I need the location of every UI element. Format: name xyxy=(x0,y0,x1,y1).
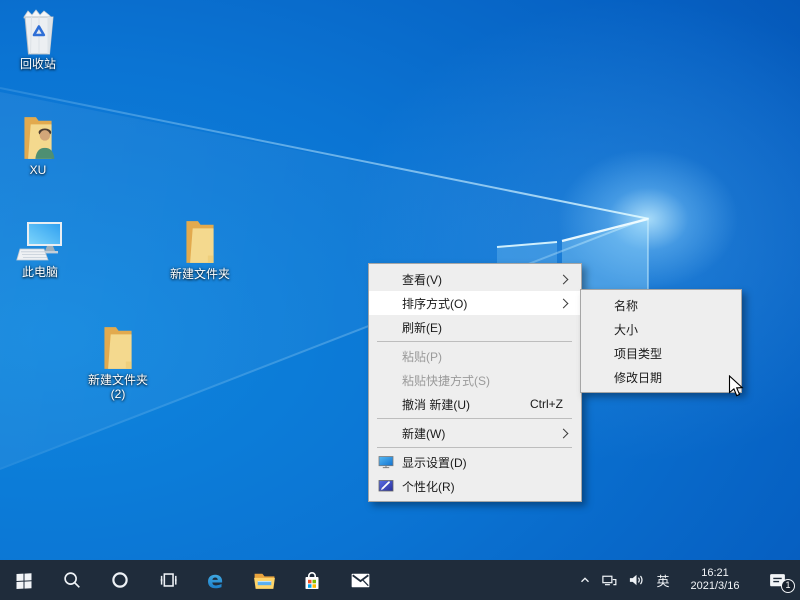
search-button[interactable] xyxy=(48,560,96,600)
folder-icon xyxy=(80,324,156,372)
desktop-icon-new-folder-2[interactable]: 新建文件夹 (2) xyxy=(80,324,156,401)
menu-item-label: 刷新(E) xyxy=(402,319,442,336)
menu-item-label: 粘贴(P) xyxy=(402,348,442,365)
windows-start-icon xyxy=(14,570,34,590)
start-button[interactable] xyxy=(0,560,48,600)
display-settings-icon xyxy=(378,454,394,470)
desktop-icon-label-line2: (2) xyxy=(80,387,156,401)
submenu-arrow-icon xyxy=(559,428,569,438)
desktop-icon-label: 新建文件夹 xyxy=(80,373,156,387)
menu-separator xyxy=(377,447,572,448)
submenu-arrow-icon xyxy=(559,298,569,308)
folder-icon xyxy=(162,218,238,266)
cortana-button[interactable] xyxy=(96,560,144,600)
desktop-icon-recycle-bin[interactable]: 回收站 xyxy=(0,6,76,71)
store-button[interactable] xyxy=(288,560,336,600)
chevron-up-icon xyxy=(578,573,592,587)
menu-item-label: 新建(W) xyxy=(402,425,445,442)
clock-time: 16:21 xyxy=(701,567,729,580)
menu-item-display-settings[interactable]: 显示设置(D) xyxy=(369,450,581,474)
submenu-item-date-modified[interactable]: 修改日期 xyxy=(581,365,741,389)
store-icon xyxy=(300,568,324,592)
taskbar: e xyxy=(0,560,800,600)
menu-separator xyxy=(377,341,572,342)
submenu-item-size[interactable]: 大小 xyxy=(581,317,741,341)
system-tray: 英 16:21 2021/3/16 1 xyxy=(574,560,800,600)
svg-text:e: e xyxy=(207,567,223,593)
file-explorer-button[interactable] xyxy=(240,560,288,600)
tray-chevron-button[interactable] xyxy=(574,560,596,600)
menu-item-label: 个性化(R) xyxy=(402,478,455,495)
menu-item-undo-new[interactable]: 撤消 新建(U) Ctrl+Z xyxy=(369,392,581,416)
desktop-icon-this-pc[interactable]: 此电脑 xyxy=(2,218,78,279)
menu-item-label: 粘贴快捷方式(S) xyxy=(402,372,490,389)
desktop-icon-label: 此电脑 xyxy=(2,265,78,279)
tray-network-button[interactable] xyxy=(596,560,622,600)
search-icon xyxy=(61,569,83,591)
desktop-context-menu: 查看(V) 排序方式(O) 刷新(E) 粘贴(P) 粘贴快捷方式(S) 撤消 新… xyxy=(368,263,582,502)
menu-item-label: 排序方式(O) xyxy=(402,295,467,312)
cortana-icon xyxy=(109,569,131,591)
tray-volume-button[interactable] xyxy=(622,560,650,600)
task-view-icon xyxy=(157,569,179,591)
desktop-icon-label: 回收站 xyxy=(0,57,76,71)
action-center-button[interactable]: 1 xyxy=(754,560,800,600)
menu-item-label: 显示设置(D) xyxy=(402,454,467,471)
personalization-icon xyxy=(378,478,394,494)
mail-button[interactable] xyxy=(336,560,384,600)
submenu-item-label: 大小 xyxy=(614,321,638,338)
menu-item-label: 查看(V) xyxy=(402,271,442,288)
task-view-button[interactable] xyxy=(144,560,192,600)
submenu-item-name[interactable]: 名称 xyxy=(581,293,741,317)
submenu-arrow-icon xyxy=(559,274,569,284)
menu-item-view[interactable]: 查看(V) xyxy=(369,267,581,291)
windows-desktop: 回收站 XU xyxy=(0,0,800,600)
submenu-item-label: 修改日期 xyxy=(614,369,662,386)
tray-clock[interactable]: 16:21 2021/3/16 xyxy=(676,560,754,600)
mouse-cursor xyxy=(728,375,746,399)
desktop-icon-label: XU xyxy=(0,163,76,177)
sort-by-submenu: 名称 大小 项目类型 修改日期 xyxy=(580,289,742,393)
desktop-icon-label: 新建文件夹 xyxy=(162,267,238,281)
menu-item-new[interactable]: 新建(W) xyxy=(369,421,581,445)
file-explorer-icon xyxy=(252,568,277,593)
submenu-item-item-type[interactable]: 项目类型 xyxy=(581,341,741,365)
menu-item-refresh[interactable]: 刷新(E) xyxy=(369,315,581,339)
menu-separator xyxy=(377,418,572,419)
user-folder-icon xyxy=(0,114,76,162)
this-pc-icon xyxy=(2,218,78,264)
mail-icon xyxy=(348,568,373,593)
clock-date: 2021/3/16 xyxy=(691,580,740,593)
menu-item-paste[interactable]: 粘贴(P) xyxy=(369,344,581,368)
language-label: 英 xyxy=(656,571,669,590)
submenu-item-label: 项目类型 xyxy=(614,345,662,362)
volume-icon xyxy=(628,572,645,589)
submenu-item-label: 名称 xyxy=(614,297,638,314)
edge-button[interactable]: e xyxy=(192,560,240,600)
recycle-bin-icon xyxy=(0,6,76,56)
menu-item-paste-shortcut[interactable]: 粘贴快捷方式(S) xyxy=(369,368,581,392)
menu-item-personalize[interactable]: 个性化(R) xyxy=(369,474,581,498)
edge-icon: e xyxy=(203,567,229,593)
menu-item-sort-by[interactable]: 排序方式(O) xyxy=(369,291,581,315)
network-icon xyxy=(601,572,618,589)
menu-item-label: 撤消 新建(U) xyxy=(402,396,470,413)
notification-badge: 1 xyxy=(781,579,795,593)
desktop-icon-new-folder[interactable]: 新建文件夹 xyxy=(162,218,238,281)
tray-language-indicator[interactable]: 英 xyxy=(650,560,676,600)
menu-item-shortcut: Ctrl+Z xyxy=(530,397,563,411)
desktop-icon-user-folder[interactable]: XU xyxy=(0,114,76,177)
